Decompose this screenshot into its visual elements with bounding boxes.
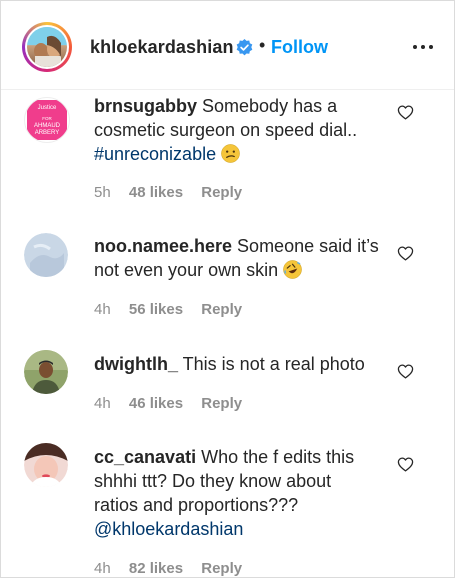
verified-badge-icon bbox=[236, 39, 253, 56]
comment-username[interactable]: brnsugabby bbox=[94, 96, 197, 116]
comment-meta: 4h 46 likes Reply bbox=[94, 395, 256, 412]
commenter-avatar[interactable]: Justice FOR AHMAUD ARBERY bbox=[24, 97, 70, 143]
comment-time[interactable]: 4h bbox=[94, 395, 111, 412]
mention-link[interactable]: @khloekardashian bbox=[94, 519, 243, 539]
hashtag-link[interactable]: #unreconizable bbox=[94, 144, 216, 164]
commenter-avatar[interactable] bbox=[24, 350, 68, 394]
comment-text: noo.namee.here Someone said it’s not eve… bbox=[94, 234, 379, 282]
profile-avatar-ring[interactable] bbox=[22, 22, 72, 72]
commenter-avatar[interactable] bbox=[24, 443, 68, 487]
rolling-laughing-face-icon bbox=[283, 260, 302, 279]
comment-username[interactable]: cc_canavati bbox=[94, 447, 196, 467]
comment-text: cc_canavati Who the f edits this shhhi t… bbox=[94, 445, 379, 541]
comment-time[interactable]: 4h bbox=[94, 301, 111, 318]
reply-button[interactable]: Reply bbox=[201, 395, 242, 412]
comment-text: brnsugabby Somebody has a cosmetic surge… bbox=[94, 94, 379, 166]
comment-meta: 4h 56 likes Reply bbox=[94, 301, 256, 318]
comment-meta: 5h 48 likes Reply bbox=[94, 184, 256, 201]
reply-button[interactable]: Reply bbox=[201, 560, 242, 577]
avatar-photo-icon bbox=[24, 350, 68, 394]
comment-meta: 4h 82 likes Reply bbox=[94, 560, 256, 577]
comment-username[interactable]: dwightlh_ bbox=[94, 354, 178, 374]
follow-button[interactable]: Follow bbox=[271, 37, 328, 58]
justice-sign-avatar-icon: Justice FOR AHMAUD ARBERY bbox=[25, 98, 69, 142]
avatar-photo-icon bbox=[24, 443, 68, 487]
post-header: khloekardashian • Follow bbox=[1, 1, 454, 90]
avatar-photo-icon bbox=[24, 233, 68, 277]
post-author-username[interactable]: khloekardashian bbox=[90, 37, 234, 58]
like-heart-icon[interactable] bbox=[397, 104, 414, 121]
svg-text:Justice: Justice bbox=[38, 105, 57, 111]
comment-likes[interactable]: 56 likes bbox=[129, 301, 183, 318]
comment-body: This is not a real photo bbox=[178, 354, 365, 374]
post-comments-panel: khloekardashian • Follow Justice FOR AHM… bbox=[0, 0, 455, 578]
svg-text:AHMAUD: AHMAUD bbox=[34, 123, 61, 129]
svg-text:ARBERY: ARBERY bbox=[35, 130, 60, 136]
reply-button[interactable]: Reply bbox=[201, 184, 242, 201]
avatar bbox=[27, 27, 67, 67]
comment-likes[interactable]: 46 likes bbox=[129, 395, 183, 412]
svg-text:FOR: FOR bbox=[42, 116, 52, 121]
like-heart-icon[interactable] bbox=[397, 456, 414, 473]
comment-time[interactable]: 4h bbox=[94, 560, 111, 577]
comment-likes[interactable]: 82 likes bbox=[129, 560, 183, 577]
reply-button[interactable]: Reply bbox=[201, 301, 242, 318]
like-heart-icon[interactable] bbox=[397, 363, 414, 380]
comment-username[interactable]: noo.namee.here bbox=[94, 236, 232, 256]
separator-dot: • bbox=[259, 35, 266, 55]
comment-text: dwightlh_ This is not a real photo bbox=[94, 352, 379, 376]
like-heart-icon[interactable] bbox=[397, 245, 414, 262]
avatar-photo-icon bbox=[27, 27, 67, 67]
comment-time[interactable]: 5h bbox=[94, 184, 111, 201]
more-options-icon[interactable] bbox=[411, 39, 435, 55]
confused-face-icon bbox=[221, 144, 240, 163]
commenter-avatar[interactable] bbox=[24, 233, 68, 277]
comment-likes[interactable]: 48 likes bbox=[129, 184, 183, 201]
